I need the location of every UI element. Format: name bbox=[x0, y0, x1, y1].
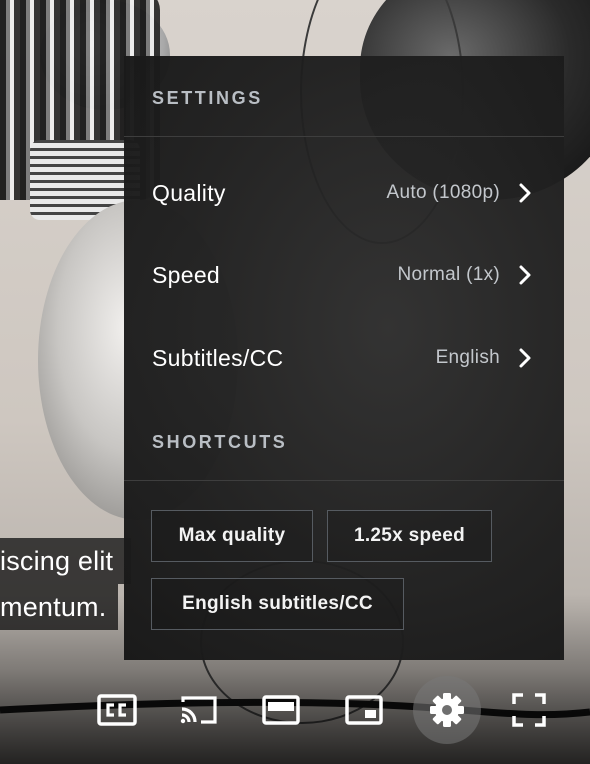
chevron-right-icon bbox=[519, 348, 531, 368]
theater-mode-icon bbox=[262, 695, 300, 725]
subtitles-value: English bbox=[435, 347, 500, 368]
closed-captions-icon bbox=[97, 694, 137, 726]
cast-button[interactable] bbox=[165, 676, 233, 744]
settings-header: SETTINGS bbox=[152, 88, 263, 108]
subtitles-label: Subtitles/CC bbox=[152, 344, 284, 371]
settings-button[interactable] bbox=[413, 676, 481, 744]
subtitles-menu-item[interactable]: Subtitles/CC English bbox=[124, 330, 564, 386]
speed-menu-item[interactable]: Speed Normal (1x) bbox=[124, 247, 564, 303]
caption-window: iscing elit mentum. bbox=[0, 538, 131, 630]
speed-shortcut-button[interactable]: 1.25x speed bbox=[327, 510, 492, 562]
divider bbox=[124, 480, 564, 481]
shortcuts-header: SHORTCUTS bbox=[152, 432, 288, 452]
closed-captions-button[interactable] bbox=[83, 676, 151, 744]
miniplayer-button[interactable] bbox=[330, 676, 398, 744]
caption-line: mentum. bbox=[0, 584, 118, 630]
fullscreen-icon bbox=[512, 693, 546, 727]
caption-line: iscing elit bbox=[0, 538, 131, 584]
divider bbox=[124, 136, 564, 137]
chevron-right-icon bbox=[519, 265, 531, 285]
fullscreen-button[interactable] bbox=[495, 676, 563, 744]
settings-menu: SETTINGS Quality Auto (1080p) Speed Norm… bbox=[124, 56, 564, 660]
cast-icon bbox=[180, 696, 217, 724]
subtitles-shortcut-button[interactable]: English subtitles/CC bbox=[151, 578, 404, 630]
miniplayer-icon bbox=[345, 695, 383, 725]
chevron-right-icon bbox=[519, 183, 531, 203]
settings-gear-icon bbox=[430, 693, 464, 727]
theater-mode-button[interactable] bbox=[247, 676, 315, 744]
speed-value: Normal (1x) bbox=[397, 264, 500, 285]
quality-menu-item[interactable]: Quality Auto (1080p) bbox=[124, 165, 564, 221]
quality-label: Quality bbox=[152, 179, 226, 206]
max-quality-shortcut-button[interactable]: Max quality bbox=[151, 510, 313, 562]
speed-label: Speed bbox=[152, 261, 221, 288]
quality-value: Auto (1080p) bbox=[386, 182, 500, 203]
